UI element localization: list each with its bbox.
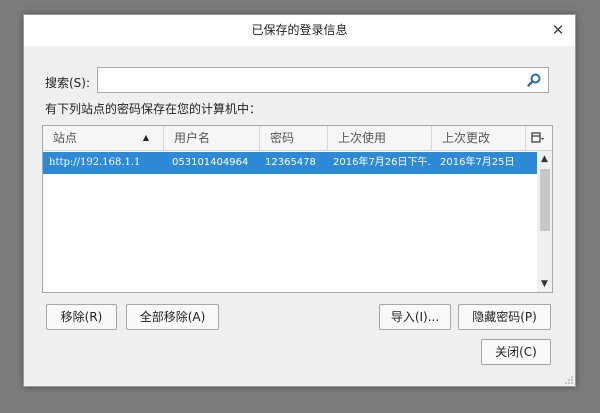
hide-passwords-button[interactable]: 隐藏密码(P) <box>458 304 551 330</box>
remove-button[interactable]: 移除(R) <box>46 304 117 330</box>
column-header-password[interactable]: 密码 <box>260 126 328 150</box>
resize-grip-icon[interactable] <box>565 376 573 384</box>
search-input[interactable] <box>102 69 526 93</box>
column-header-last-used[interactable]: 上次使用 <box>328 126 432 150</box>
table-header: 站点 ▲ 用户名 密码 上次使用 上次更改 <box>43 126 552 151</box>
column-header-last-changed[interactable]: 上次更改 <box>432 126 526 150</box>
table-row[interactable]: http://192.168.1.1 053101404964 12365478… <box>43 152 537 174</box>
import-button[interactable]: 导入(I)... <box>379 304 451 330</box>
cell-last-used: 2016年7月26日下午. <box>333 157 431 168</box>
cell-site: http://192.168.1.1 <box>49 157 141 168</box>
cell-last-changed: 2016年7月25日 <box>440 157 515 168</box>
column-picker-icon[interactable] <box>531 131 545 145</box>
dialog-title: 已保存的登录信息 <box>251 23 348 37</box>
cell-username: 053101404964 <box>172 157 249 168</box>
logins-table: 站点 ▲ 用户名 密码 上次使用 上次更改 http://192.168.1.1… <box>42 125 553 293</box>
cell-password: 12365478 <box>265 157 316 168</box>
saved-logins-dialog: 已保存的登录信息 ✕ 搜索(S): 有下列站点的密码保存在您的计算机中： 站点 … <box>23 14 576 387</box>
close-icon[interactable]: ✕ <box>547 19 569 41</box>
vertical-scrollbar[interactable]: ▲ ▼ <box>537 151 552 292</box>
scrollbar-thumb[interactable] <box>540 169 550 231</box>
remove-all-button[interactable]: 全部移除(A) <box>126 304 219 330</box>
title-bar: 已保存的登录信息 ✕ <box>24 15 575 46</box>
sort-ascending-icon: ▲ <box>142 133 149 142</box>
scroll-up-icon[interactable]: ▲ <box>537 152 552 166</box>
column-header-username[interactable]: 用户名 <box>164 126 260 150</box>
scroll-down-icon[interactable]: ▼ <box>537 277 552 291</box>
column-header-site[interactable]: 站点 ▲ <box>43 126 164 150</box>
search-icon[interactable] <box>526 72 542 88</box>
search-field[interactable] <box>97 67 549 93</box>
description-text: 有下列站点的密码保存在您的计算机中： <box>45 102 262 116</box>
search-label: 搜索(S): <box>45 76 91 90</box>
close-button[interactable]: 关闭(C) <box>481 339 551 365</box>
